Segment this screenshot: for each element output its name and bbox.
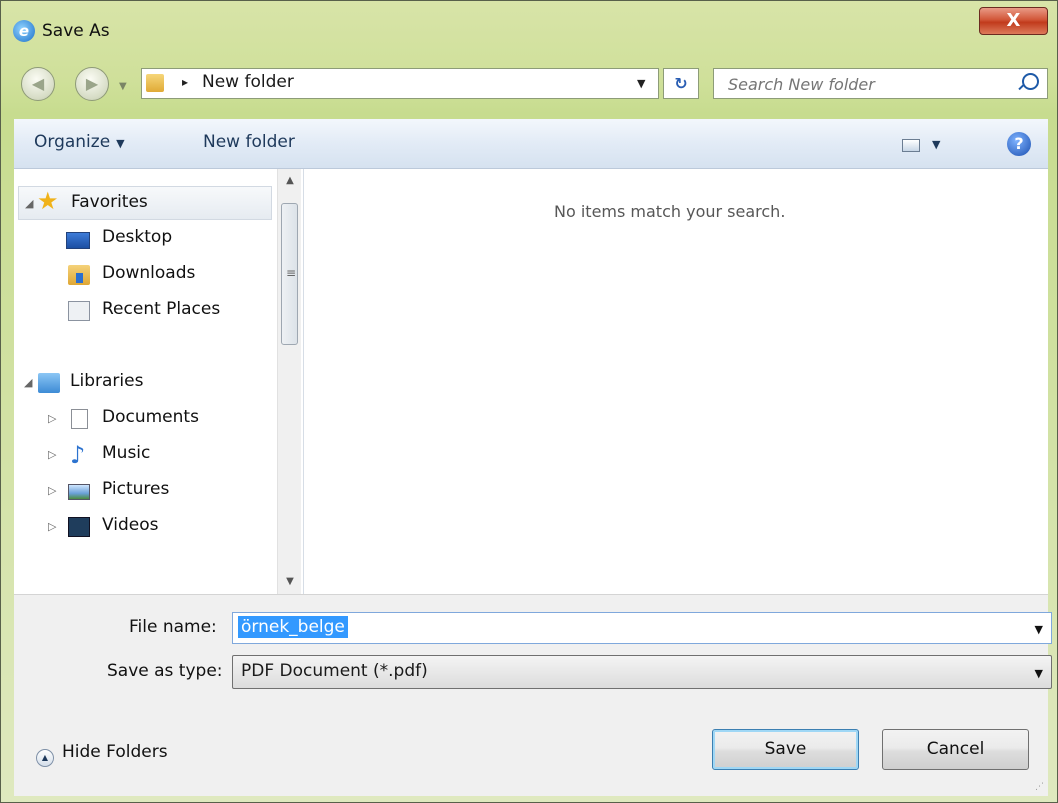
address-folder-label[interactable]: New folder xyxy=(202,72,294,92)
search-icon[interactable] xyxy=(1022,73,1039,90)
sidebar-item-downloads[interactable]: Downloads xyxy=(18,258,272,292)
save-type-value: PDF Document (*.pdf) xyxy=(241,661,428,681)
search-input[interactable] xyxy=(714,69,1020,100)
resize-grip-icon[interactable]: ⋰ xyxy=(1035,782,1044,792)
recent-locations-dropdown-icon[interactable]: ▼ xyxy=(119,81,127,92)
save-options-panel: File name: örnek_belge ▼ Save as type: P… xyxy=(14,594,1052,796)
sidebar-item-libraries[interactable]: ◢ Libraries xyxy=(18,366,272,400)
command-toolbar: Organize ▼ New folder ▼ ? xyxy=(14,119,1048,169)
view-options-dropdown-icon[interactable]: ▼ xyxy=(932,138,940,151)
file-name-value[interactable]: örnek_belge xyxy=(238,616,348,638)
empty-folder-message: No items match your search. xyxy=(554,202,786,221)
forward-arrow-icon[interactable]: ▶ xyxy=(75,67,109,101)
pictures-icon xyxy=(68,484,90,500)
sidebar-item-label: Documents xyxy=(102,407,199,427)
new-folder-button[interactable]: New folder xyxy=(203,132,295,152)
sidebar-item-label: Videos xyxy=(102,515,159,535)
expanded-triangle-icon[interactable]: ◢ xyxy=(25,197,33,210)
organize-button[interactable]: Organize ▼ xyxy=(34,132,125,152)
save-type-label: Save as type: xyxy=(107,661,223,681)
downloads-folder-icon xyxy=(68,265,90,285)
sidebar-item-videos[interactable]: ▷ Videos xyxy=(18,510,272,544)
scroll-up-icon[interactable]: ▲ xyxy=(278,169,302,193)
sidebar-item-label: Music xyxy=(102,443,151,463)
search-box[interactable] xyxy=(713,68,1048,100)
browser-body: ◢ ★ Favorites Desktop Downloads Recent P… xyxy=(14,169,1048,594)
file-name-field[interactable]: örnek_belge ▼ xyxy=(232,612,1052,644)
expanded-triangle-icon[interactable]: ◢ xyxy=(24,376,32,389)
sidebar-item-desktop[interactable]: Desktop xyxy=(18,222,272,256)
organize-label: Organize xyxy=(34,132,111,152)
videos-icon xyxy=(68,517,90,537)
star-icon: ★ xyxy=(37,187,59,215)
sidebar-item-music[interactable]: ▷ ♪ Music xyxy=(18,438,272,472)
chevron-up-icon: ▲ xyxy=(36,749,54,767)
chevron-down-icon: ▼ xyxy=(116,137,125,150)
save-button[interactable]: Save xyxy=(712,729,859,770)
chevron-down-icon[interactable]: ▼ xyxy=(1035,667,1043,680)
libraries-icon xyxy=(38,373,60,393)
navigation-scrollbar[interactable]: ▲ ≡ ▼ xyxy=(277,169,301,594)
sidebar-item-label: Downloads xyxy=(102,263,196,283)
sidebar-item-pictures[interactable]: ▷ Pictures xyxy=(18,474,272,508)
sidebar-item-label: Recent Places xyxy=(102,299,221,319)
collapsed-triangle-icon[interactable]: ▷ xyxy=(48,448,56,461)
desktop-icon xyxy=(66,232,90,249)
scroll-down-icon[interactable]: ▼ xyxy=(278,570,302,594)
window-title: Save As xyxy=(42,21,110,41)
refresh-icon[interactable]: ↻ xyxy=(663,68,699,99)
music-icon: ♪ xyxy=(70,441,86,469)
sidebar-item-label: Favorites xyxy=(71,192,148,212)
hide-folders-label: Hide Folders xyxy=(62,742,168,762)
chevron-down-icon[interactable]: ▼ xyxy=(1035,623,1043,636)
address-dropdown-icon[interactable]: ▼ xyxy=(637,77,645,90)
navigation-bar: ◀ ▶ ▼ ▸ New folder ▼ ↻ xyxy=(1,63,1057,111)
title-bar: e Save As X xyxy=(1,1,1057,59)
collapsed-triangle-icon[interactable]: ▷ xyxy=(48,484,56,497)
address-bar[interactable]: ▸ New folder ▼ xyxy=(141,68,659,99)
sidebar-item-recent-places[interactable]: Recent Places xyxy=(18,294,272,328)
navigation-pane: ◢ ★ Favorites Desktop Downloads Recent P… xyxy=(14,169,304,594)
back-arrow-icon[interactable]: ◀ xyxy=(21,67,55,101)
recent-places-icon xyxy=(68,301,90,321)
hide-folders-button[interactable]: ▲ Hide Folders xyxy=(36,742,168,767)
sidebar-item-documents[interactable]: ▷ Documents xyxy=(18,402,272,436)
grip-icon: ≡ xyxy=(286,266,297,280)
sidebar-item-label: Libraries xyxy=(70,371,144,391)
cancel-button[interactable]: Cancel xyxy=(882,729,1029,770)
scrollbar-thumb[interactable]: ≡ xyxy=(281,203,298,345)
path-separator-icon: ▸ xyxy=(182,75,189,89)
sidebar-item-favorites[interactable]: ◢ ★ Favorites xyxy=(18,186,272,220)
change-view-icon[interactable] xyxy=(902,139,920,152)
sidebar-item-label: Pictures xyxy=(102,479,170,499)
folder-icon xyxy=(146,74,164,92)
close-button[interactable]: X xyxy=(979,7,1048,35)
documents-icon xyxy=(71,409,88,429)
collapsed-triangle-icon[interactable]: ▷ xyxy=(48,520,56,533)
save-as-dialog: e Save As X ◀ ▶ ▼ ▸ New folder ▼ ↻ Organ… xyxy=(0,0,1058,803)
help-icon[interactable]: ? xyxy=(1007,132,1031,156)
save-type-select[interactable]: PDF Document (*.pdf) ▼ xyxy=(232,655,1052,689)
collapsed-triangle-icon[interactable]: ▷ xyxy=(48,412,56,425)
sidebar-item-label: Desktop xyxy=(102,227,173,247)
file-name-label: File name: xyxy=(129,617,217,637)
internet-explorer-icon: e xyxy=(13,20,35,42)
